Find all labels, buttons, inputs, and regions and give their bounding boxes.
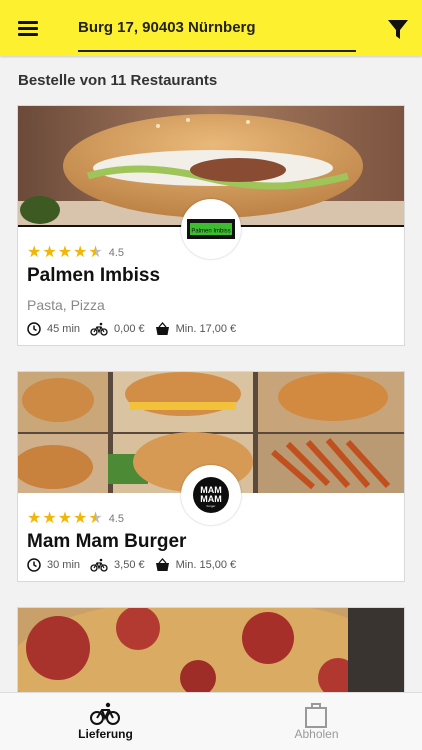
rating-value: 4.5 bbox=[108, 513, 125, 525]
clock-icon bbox=[27, 558, 41, 572]
rating-value: 4.5 bbox=[108, 247, 125, 259]
restaurant-logo: Palmen Imbiss bbox=[181, 199, 241, 259]
clock-icon bbox=[27, 322, 41, 336]
restaurant-photo bbox=[18, 608, 404, 692]
star-icon: ★ bbox=[42, 510, 57, 527]
star-icon: ★ bbox=[73, 510, 88, 527]
restaurant-card[interactable]: MAM MAM burger ★ ★ ★ ★ ★ 4.5 Mam Mam Bur… bbox=[17, 371, 405, 582]
restaurant-meta: 30 min 3,50 € Min. 15,00 € bbox=[27, 557, 246, 573]
minimum-order: Min. 17,00 € bbox=[175, 323, 237, 335]
tab-pickup[interactable]: Abholen bbox=[211, 693, 422, 750]
star-icon: ★ bbox=[73, 244, 88, 261]
star-half-icon: ★ bbox=[88, 510, 103, 527]
restaurant-meta: 45 min 0,00 € Min. 17,00 € bbox=[27, 321, 246, 337]
basket-icon bbox=[155, 558, 169, 571]
address-selector[interactable]: Burg 17, 90403 Nürnberg bbox=[78, 18, 356, 52]
restaurant-logo: MAM MAM burger bbox=[181, 465, 241, 525]
star-icon: ★ bbox=[57, 510, 73, 527]
bicycle-icon bbox=[90, 322, 108, 336]
top-bar: Burg 17, 90403 Nürnberg bbox=[0, 0, 422, 56]
star-icon: ★ bbox=[27, 510, 42, 527]
star-rating: ★ ★ ★ ★ ★ 4.5 bbox=[27, 511, 124, 527]
star-half-icon: ★ bbox=[88, 244, 103, 261]
restaurant-card[interactable] bbox=[17, 607, 405, 692]
restaurant-count-title: Bestelle von 11 Restaurants bbox=[18, 72, 218, 89]
logo-text-line2: MAM bbox=[200, 494, 222, 504]
bicycle-icon bbox=[90, 558, 108, 572]
restaurant-logo-text: Palmen Imbiss bbox=[191, 229, 230, 235]
star-icon: ★ bbox=[42, 244, 57, 261]
restaurant-cuisine: Pasta, Pizza bbox=[27, 297, 105, 313]
basket-icon bbox=[155, 322, 169, 335]
delivery-time: 30 min bbox=[47, 559, 81, 571]
tab-pickup-label: Abholen bbox=[294, 727, 339, 741]
shopping-bag-icon bbox=[305, 703, 327, 728]
bottom-navigation: Lieferung Abholen bbox=[0, 692, 422, 750]
logo-subtext: burger bbox=[207, 504, 216, 508]
address-text: Burg 17, 90403 Nürnberg bbox=[78, 19, 256, 36]
delivery-time: 45 min bbox=[47, 323, 81, 335]
restaurant-name: Mam Mam Burger bbox=[27, 531, 187, 552]
star-rating: ★ ★ ★ ★ ★ 4.5 bbox=[27, 245, 124, 261]
restaurant-name: Palmen Imbiss bbox=[27, 265, 161, 286]
delivery-fee: 3,50 € bbox=[114, 559, 145, 571]
bicycle-icon bbox=[90, 702, 120, 725]
minimum-order: Min. 15,00 € bbox=[175, 559, 237, 571]
star-icon: ★ bbox=[27, 244, 42, 261]
star-icon: ★ bbox=[57, 244, 73, 261]
menu-icon[interactable] bbox=[18, 19, 38, 37]
delivery-fee: 0,00 € bbox=[114, 323, 145, 335]
tab-delivery-label: Lieferung bbox=[78, 727, 133, 741]
restaurant-card[interactable]: Palmen Imbiss ★ ★ ★ ★ ★ 4.5 Palmen Imbis… bbox=[17, 105, 405, 346]
tab-delivery[interactable]: Lieferung bbox=[0, 693, 211, 750]
filter-icon[interactable] bbox=[387, 19, 409, 41]
